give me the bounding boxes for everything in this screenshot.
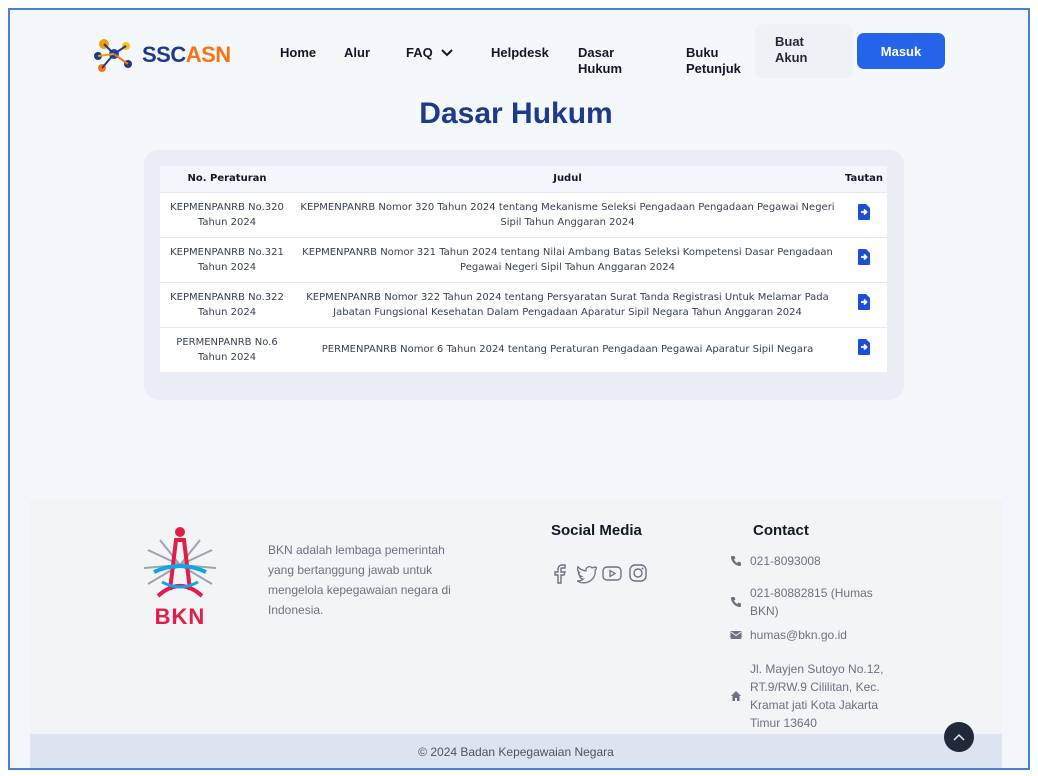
- regulation-table: No. Peraturan Judul Tautan KEPMENPANRB N…: [160, 166, 887, 372]
- nav-faq-label: FAQ: [406, 45, 433, 60]
- cell-tautan: [841, 282, 887, 327]
- email-text[interactable]: humas@bkn.go.id: [750, 626, 847, 644]
- phone-icon: [731, 597, 741, 607]
- contact-phone-2: 021-80882815 (Humas BKN): [730, 584, 890, 620]
- table-row: KEPMENPANRB No.322 Tahun 2024 KEPMENPANR…: [160, 282, 887, 327]
- nav-helpdesk[interactable]: Helpdesk: [491, 45, 549, 61]
- logo-text-asn: ASN: [185, 42, 231, 67]
- cell-no: KEPMENPANRB No.322 Tahun 2024: [170, 291, 284, 318]
- footer-about: BKN adalah lembaga pemerintah yang berta…: [268, 543, 451, 617]
- table-row: KEPMENPANRB No.320 Tahun 2024 KEPMENPANR…: [160, 192, 887, 237]
- cell-judul: PERMENPANRB Nomor 6 Tahun 2024 tentang P…: [321, 344, 814, 356]
- cell-judul: KEPMENPANRB Nomor 321 Tahun 2024 tentang…: [302, 246, 833, 273]
- chevron-up-icon: [953, 733, 965, 741]
- logo-text-ssc: SSC: [142, 42, 186, 67]
- cell-judul: KEPMENPANRB Nomor 320 Tahun 2024 tentang…: [300, 201, 835, 228]
- nav-home[interactable]: Home: [280, 45, 316, 61]
- home-icon: [731, 691, 741, 701]
- nav-buku-petunjuk[interactable]: Buku Petunjuk: [686, 45, 741, 77]
- chevron-down-icon: [441, 49, 453, 57]
- table-row: KEPMENPANRB No.321 Tahun 2024 KEPMENPANR…: [160, 237, 887, 282]
- cell-tautan: [841, 327, 887, 372]
- youtube-icon[interactable]: [601, 562, 623, 584]
- facebook-icon[interactable]: [549, 562, 571, 584]
- sscasn-logo[interactable]: SSCASN: [92, 36, 231, 74]
- nav-alur[interactable]: Alur: [344, 45, 370, 61]
- twitter-icon[interactable]: [575, 562, 597, 584]
- document-link-icon[interactable]: [856, 203, 872, 221]
- regulation-card: No. Peraturan Judul Tautan KEPMENPANRB N…: [144, 150, 904, 400]
- scroll-to-top-button[interactable]: [944, 722, 974, 752]
- contact-phone-1: 021-8093008: [730, 552, 890, 570]
- masuk-button[interactable]: Masuk: [857, 33, 945, 69]
- document-link-icon[interactable]: [856, 293, 872, 311]
- cell-judul: KEPMENPANRB Nomor 322 Tahun 2024 tentang…: [306, 291, 829, 318]
- instagram-icon[interactable]: [627, 562, 649, 584]
- page: SSCASN Home Alur FAQ Helpdesk Dasar Huku…: [30, 10, 1002, 768]
- document-link-icon[interactable]: [856, 248, 872, 266]
- footer: BKN BKN adalah lembaga pemerintah yang b…: [30, 500, 1002, 734]
- nav-faq[interactable]: FAQ: [406, 45, 453, 61]
- header-tautan: Tautan: [844, 173, 884, 185]
- contact-title: Contact: [753, 522, 809, 539]
- table-header-row: No. Peraturan Judul Tautan: [160, 166, 887, 192]
- header-no: No. Peraturan: [187, 173, 267, 185]
- cell-no: KEPMENPANRB No.320 Tahun 2024: [170, 201, 284, 228]
- document-link-icon[interactable]: [856, 338, 872, 356]
- sscasn-mark-icon: [94, 39, 132, 72]
- address-text: Jl. Mayjen Sutoyo No.12, RT.9/RW.9 Cilil…: [750, 662, 884, 730]
- nav-dasar-hukum[interactable]: Dasar Hukum: [578, 45, 622, 77]
- browser-frame: SSCASN Home Alur FAQ Helpdesk Dasar Huku…: [8, 8, 1030, 770]
- cell-tautan: [841, 237, 887, 282]
- cell-tautan: [841, 192, 887, 237]
- phone-2-text: 021-80882815 (Humas BKN): [750, 586, 873, 618]
- phone-icon: [731, 556, 741, 566]
- buat-akun-button[interactable]: Buat Akun: [755, 24, 853, 78]
- header-judul: Judul: [553, 173, 582, 185]
- page-title: Dasar Hukum: [419, 97, 613, 130]
- cell-no: PERMENPANRB No.6 Tahun 2024: [176, 336, 278, 363]
- logo-text: SSCASN: [142, 42, 231, 68]
- copyright-bar: © 2024 Badan Kepegawaian Negara: [30, 734, 1002, 768]
- social-title: Social Media: [551, 522, 642, 539]
- table-row: PERMENPANRB No.6 Tahun 2024 PERMENPANRB …: [160, 327, 887, 372]
- phone-1-text: 021-8093008: [750, 554, 821, 568]
- bkn-wordmark: BKN: [154, 604, 206, 629]
- mail-icon: [730, 631, 742, 639]
- cell-no: KEPMENPANRB No.321 Tahun 2024: [170, 246, 284, 273]
- contact-email: humas@bkn.go.id: [730, 626, 890, 644]
- contact-address: Jl. Mayjen Sutoyo No.12, RT.9/RW.9 Cilil…: [730, 660, 900, 732]
- social-icons: [549, 562, 649, 584]
